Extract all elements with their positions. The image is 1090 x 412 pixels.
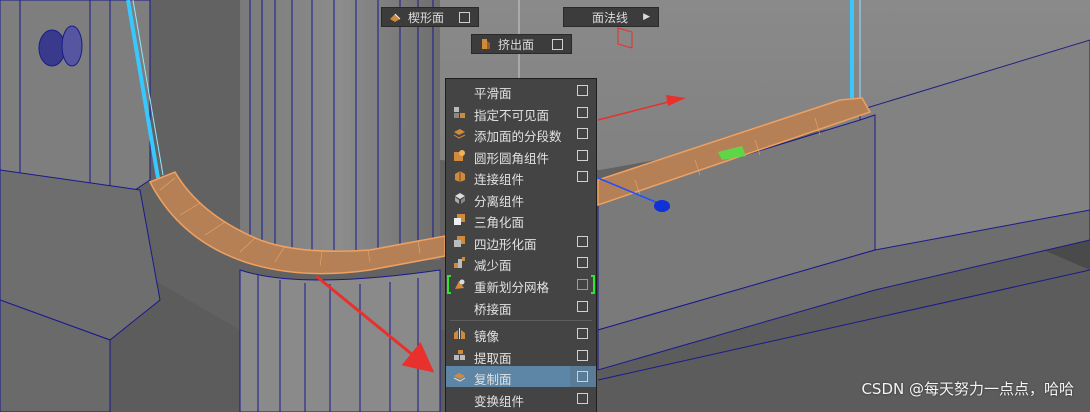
duplicate-option-box[interactable] <box>577 371 588 382</box>
duplicate-icon <box>453 373 466 382</box>
menu-separator <box>450 320 592 321</box>
green-bracket-right <box>591 275 595 294</box>
menu-item-mirror[interactable]: 镜像 <box>446 323 596 344</box>
quadrangulate-option-box[interactable] <box>577 236 588 247</box>
menu-item-remesh[interactable]: 重新划分网格 <box>446 274 596 295</box>
menu-item-assign-invisible-faces[interactable]: 指定不可见面 <box>446 102 596 123</box>
connect-icon <box>455 171 465 182</box>
green-bracket-left <box>447 275 451 294</box>
menu-item-connect-components[interactable]: 连接组件 <box>446 166 596 187</box>
mirror-icon <box>454 328 465 339</box>
face-normals-label: 面法线 <box>592 10 629 25</box>
submenu-arrow-icon: ▶ <box>643 12 650 22</box>
face-normals-button[interactable]: 面法线 ▶ <box>563 7 659 27</box>
mirror-option-box[interactable] <box>577 328 588 339</box>
assign-invisible-icon <box>454 107 465 118</box>
remesh-option-box[interactable] <box>577 279 588 290</box>
detach-icon <box>455 193 465 204</box>
circularize-icon <box>454 150 465 161</box>
menu-item-add-divisions[interactable]: 添加面的分段数 <box>446 123 596 144</box>
connect-option-box[interactable] <box>577 171 588 182</box>
bridge-option-box[interactable] <box>577 301 588 312</box>
quadrangulate-icon <box>454 236 465 247</box>
extrude-face-icon <box>482 39 490 49</box>
reduce-option-box[interactable] <box>577 257 588 268</box>
wedge-face-option-box[interactable] <box>459 11 470 23</box>
menu-item-duplicate-face[interactable]: 复制面 <box>446 366 596 387</box>
menu-item-quadrangulate[interactable]: 四边形化面 <box>446 231 596 252</box>
assign-invisible-option-box[interactable] <box>577 107 588 118</box>
extrude-face-button[interactable]: 挤出面 <box>471 34 572 54</box>
menu-item-reduce[interactable]: 减少面 <box>446 252 596 273</box>
extrude-face-label: 挤出面 <box>498 37 535 52</box>
smooth-face-option-box[interactable] <box>577 85 588 96</box>
menu-item-bridge[interactable]: 桥接面 <box>446 296 596 317</box>
triangulate-icon <box>454 214 465 225</box>
add-divisions-option-box[interactable] <box>577 128 588 139</box>
menu-item-transform-component[interactable]: 变换组件 <box>446 388 596 409</box>
transform-option-box[interactable] <box>577 393 588 404</box>
wedge-face-icon <box>390 13 401 22</box>
extract-icon <box>454 350 465 360</box>
extract-option-box[interactable] <box>577 350 588 361</box>
menu-item-detach-components[interactable]: 分离组件 <box>446 188 596 209</box>
circularize-option-box[interactable] <box>577 150 588 161</box>
menu-item-triangulate[interactable]: 三角化面 <box>446 209 596 230</box>
add-divisions-icon <box>453 129 466 139</box>
remesh-icon <box>455 279 465 289</box>
reduce-icon <box>454 257 465 268</box>
csdn-watermark: CSDN @每天努力一点点，哈哈 <box>861 380 1074 398</box>
wedge-face-label: 楔形面 <box>408 10 445 25</box>
menu-item-smooth-face[interactable]: 平滑面 <box>446 80 596 101</box>
wedge-face-button[interactable]: 楔形面 <box>381 7 479 27</box>
extrude-face-option-box[interactable] <box>552 38 563 50</box>
menu-item-extract[interactable]: 提取面 <box>446 345 596 366</box>
menu-item-circularize[interactable]: 圆形圆角组件 <box>446 145 596 166</box>
face-context-menu: 平滑面 指定不可见面 添加面的分段数 圆形圆角组件 连接组件 分离组件 三角化面… <box>445 78 597 412</box>
